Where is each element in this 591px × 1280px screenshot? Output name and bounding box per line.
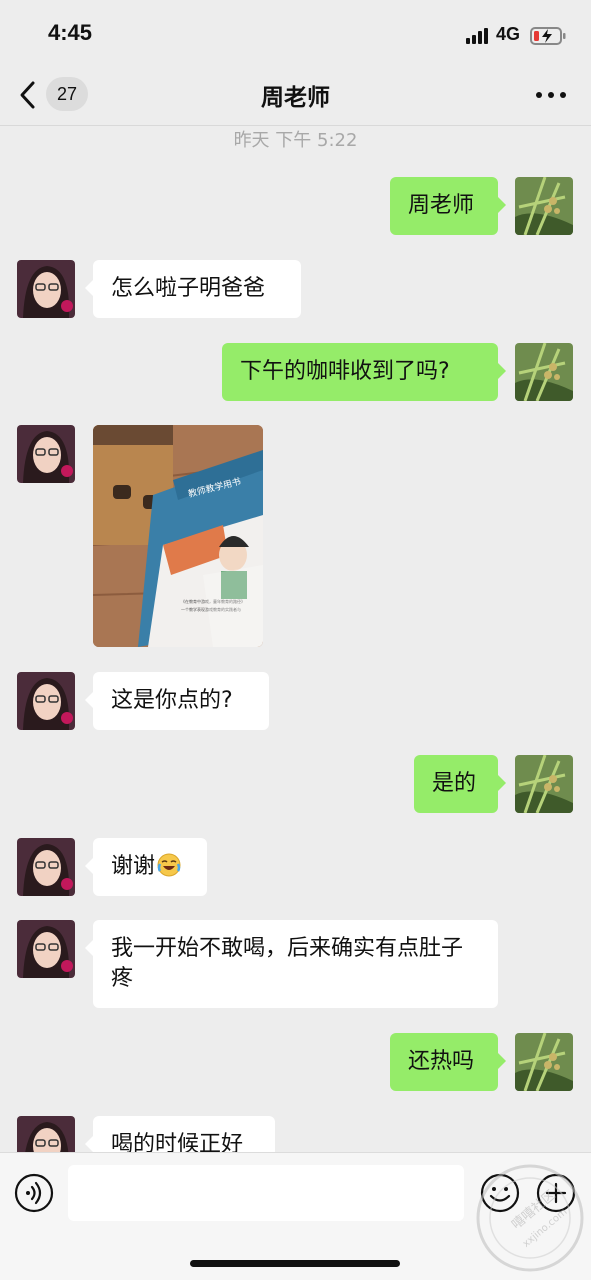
voice-input-icon[interactable] [14, 1173, 54, 1213]
signal-icon [466, 28, 488, 44]
my-avatar[interactable] [515, 177, 573, 235]
outgoing-message-bubble[interactable]: 下午的咖啡收到了吗? [222, 343, 506, 401]
status-time: 4:45 [48, 20, 93, 45]
message-text: 是的 [432, 771, 477, 796]
message-text: 这是你点的? [111, 688, 233, 713]
status-bar: 4:45 4G [0, 0, 591, 66]
incoming-message-bubble[interactable]: 这是你点的? [85, 672, 269, 730]
my-avatar[interactable] [515, 755, 573, 813]
contact-avatar[interactable] [17, 260, 75, 318]
contact-avatar[interactable] [17, 838, 75, 896]
home-indicator [190, 1260, 400, 1267]
outgoing-message-bubble[interactable]: 还热吗 [390, 1033, 506, 1091]
outgoing-message-bubble[interactable]: 是的 [414, 755, 506, 813]
my-avatar[interactable] [515, 1033, 573, 1091]
contact-avatar[interactable] [17, 425, 75, 483]
contact-avatar[interactable] [17, 920, 75, 978]
site-watermark-logo: 嘻嘻社区 xxjino.com [476, 1164, 584, 1272]
timestamp-separator: 昨天 下午 5:22 [233, 130, 358, 151]
message-text: 周老师 [408, 193, 475, 218]
message-text: 还热吗 [408, 1049, 475, 1074]
contact-avatar[interactable] [17, 672, 75, 730]
incoming-message-bubble[interactable]: 谢谢 [85, 838, 207, 896]
outgoing-message-bubble[interactable]: 周老师 [390, 177, 506, 235]
message-text: 我一开始不敢喝，后来确实有点肚子疼 [111, 936, 464, 991]
message-input[interactable] [68, 1165, 464, 1221]
more-options-icon[interactable] [534, 88, 568, 102]
message-text: 下午的咖啡收到了吗? [240, 359, 450, 384]
laughing-crying-emoji-icon [157, 853, 181, 877]
incoming-message-bubble[interactable]: 怎么啦子明爸爸 [85, 260, 301, 318]
image-message[interactable]: 教师教学用书 《在教育中游戏，童年教育的路径》 一个教学表现游戏教育的实践者与 [93, 425, 263, 647]
chat-title: 周老师 [261, 85, 330, 111]
message-text: 谢谢 [111, 854, 156, 879]
network-label: 4G [496, 24, 521, 44]
battery-charging-icon [530, 27, 566, 45]
chat-header: 27 周老师 [0, 66, 591, 126]
my-avatar[interactable] [515, 343, 573, 401]
incoming-message-bubble[interactable]: 我一开始不敢喝，后来确实有点肚子疼 [85, 920, 498, 1008]
message-text: 怎么啦子明爸爸 [111, 276, 266, 301]
